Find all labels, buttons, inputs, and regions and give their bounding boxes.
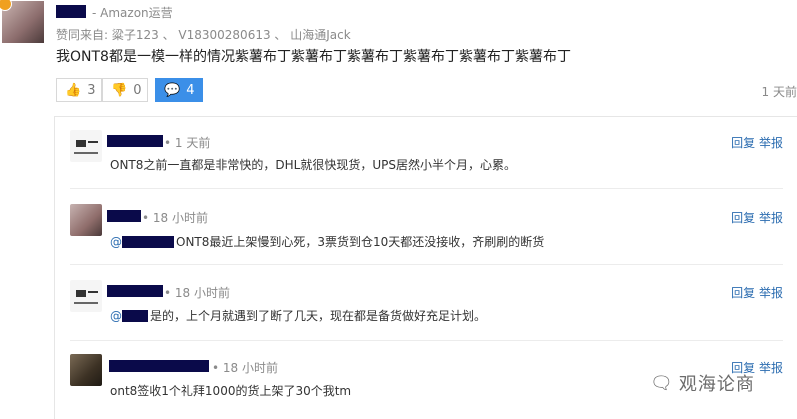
comments-count: 4 — [186, 82, 195, 98]
reply-actions[interactable]: 回复 举报 — [731, 284, 783, 301]
watermark-text: 观海论商 — [678, 374, 755, 395]
reply-actions[interactable]: 回复 举报 — [731, 209, 783, 226]
reply-author-name[interactable] — [107, 135, 163, 147]
post-author-name[interactable] — [56, 5, 86, 18]
reply-author-name[interactable] — [107, 285, 163, 297]
reply-time: • 18 小时前 — [164, 286, 230, 300]
comments-button[interactable]: 💬 4 — [155, 78, 203, 102]
reply-divider — [70, 188, 783, 189]
reply-time: • 1 天前 — [164, 136, 211, 150]
reply-avatar[interactable] — [70, 204, 102, 236]
mention-name[interactable] — [122, 235, 174, 248]
thumbs-up-icon: 👍 — [65, 82, 82, 98]
thumbs-down-icon: 👎 — [111, 82, 128, 98]
reply-avatar[interactable] — [70, 130, 102, 162]
mention-name[interactable] — [122, 309, 148, 322]
reply-text: ont8签收1个礼拜1000的货上架了30个我tm — [110, 384, 352, 398]
downvote-count: 0 — [133, 82, 142, 98]
upvote-count: 3 — [87, 82, 96, 98]
watermark: 🗨 观海论商 — [650, 370, 755, 396]
reply-actions[interactable]: 回复 举报 — [731, 134, 783, 151]
reply-text: @ 是的，上个月就遇到了断了几天，现在都是备货做好充足计划。 — [110, 307, 486, 324]
reply-body: ONT8最近上架慢到心死，3票货到仓10天都还没接收，齐刷刷的断货 — [176, 235, 545, 249]
avatar-badge-icon — [0, 0, 12, 11]
downvote-button[interactable]: 👎 0 — [102, 78, 148, 102]
reply-author-name[interactable] — [109, 360, 209, 372]
likers-list[interactable]: 粱子123 、 V18300280613 、 山海通Jack — [112, 28, 351, 42]
post-time: 1 天前 — [761, 85, 797, 99]
reply-avatar[interactable] — [70, 280, 102, 312]
mention-at[interactable]: @ — [110, 235, 122, 249]
reply-text: ONT8之前一直都是非常快的，DHL就很快现货，UPS居然小半个月，心累。 — [110, 158, 516, 172]
reply-divider — [70, 340, 783, 341]
post-content: 我ONT8都是一模一样的情况紫薯布丁紫薯布丁紫薯布丁紫薯布丁紫薯布丁紫薯布丁 — [56, 49, 571, 65]
comment-icon: 💬 — [164, 82, 181, 98]
post-author-suffix: - Amazon运营 — [92, 6, 173, 20]
reply-text: @ ONT8最近上架慢到心死，3票货到仓10天都还没接收，齐刷刷的断货 — [110, 233, 544, 250]
post-author-avatar[interactable] — [0, 0, 44, 43]
reply-body: 是的，上个月就遇到了断了几天，现在都是备货做好充足计划。 — [150, 309, 487, 323]
reply-divider — [70, 264, 783, 265]
mention-at[interactable]: @ — [110, 309, 122, 323]
reply-time: • 18 小时前 — [212, 361, 278, 375]
likers-prefix: 赞同来自: — [56, 28, 109, 42]
wechat-icon: 🗨 — [650, 372, 673, 394]
reply-author-name[interactable] — [107, 210, 141, 222]
post-likers: 赞同来自: 粱子123 、 V18300280613 、 山海通Jack — [56, 26, 351, 43]
upvote-button[interactable]: 👍 3 — [56, 78, 102, 102]
reply-avatar[interactable] — [70, 354, 102, 386]
reply-time: • 18 小时前 — [142, 211, 208, 225]
